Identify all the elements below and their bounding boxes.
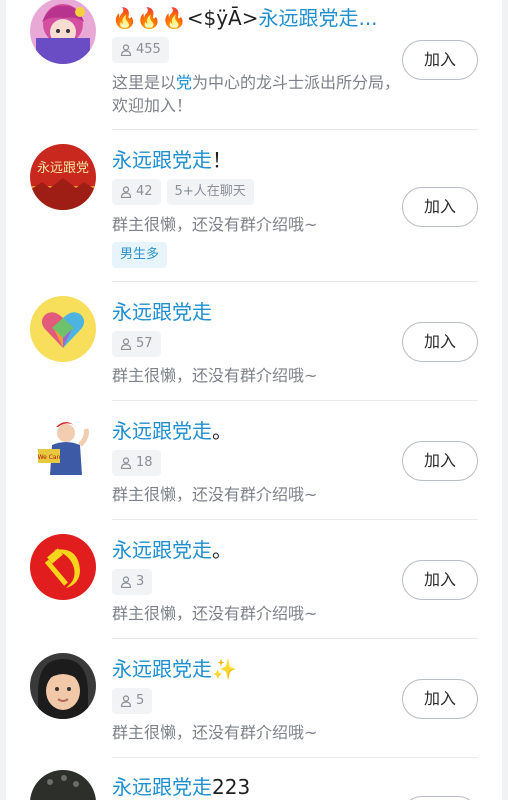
join-button[interactable]: 加入 [402,322,478,362]
hammer-sickle-avatar[interactable] [30,534,96,600]
group-title[interactable]: 永远跟党走。 [112,419,232,443]
join-button[interactable] [402,796,478,800]
anime-girl-avatar[interactable] [30,0,96,64]
group-description: 群主很懒，还没有群介绍哦~ [112,723,318,742]
join-button[interactable]: 加入 [402,560,478,600]
member-count-badge: 42 [112,179,161,205]
group-meta: 3 [112,569,153,595]
group-meta: 57 [112,331,161,357]
member-count-badge: 18 [112,450,161,476]
group-meta: 5 [112,688,153,714]
list-item[interactable]: We Can 永远跟党走。 18 群主很懒，还没有群介绍哦~ 加入 [6,401,502,519]
member-count-badge: 455 [112,37,169,63]
person-icon [120,44,132,56]
active-chat-badge: 5+人在聊天 [166,179,254,205]
title-keyword: 永远跟党走 [112,657,212,681]
active-chat-count: 5+人在聊天 [174,184,246,199]
sparkle-icon: ✨ [212,657,237,681]
person-icon [120,457,132,469]
list-item[interactable]: 🔥🔥🔥<$ÿĀ>永远跟党走... 455 这里是以党为中心的龙斗士派出所分局，欢… [6,0,502,130]
group-search-results: 🔥🔥🔥<$ÿĀ>永远跟党走... 455 这里是以党为中心的龙斗士派出所分局，欢… [6,0,502,800]
group-title[interactable]: 永远跟党走。 [112,538,232,562]
list-item[interactable]: 永远跟党走✨ 5 群主很懒，还没有群介绍哦~ 加入 [6,639,502,757]
member-count: 3 [136,574,145,589]
title-keyword: 永远跟党走... [258,6,378,30]
title-suffix: ！ [212,148,232,172]
title-suffix: 223 [212,775,251,799]
group-description: 群主很懒，还没有群介绍哦~ [112,485,318,504]
person-icon [120,186,132,198]
svg-text:We Can: We Can [38,454,61,461]
title-keyword: 永远跟党走 [112,300,212,324]
member-count: 455 [136,42,161,57]
member-count: 18 [136,455,153,470]
group-tag: 男生多 [112,242,168,268]
member-count-badge: 3 [112,569,153,595]
join-button[interactable]: 加入 [402,441,478,481]
join-button[interactable]: 加入 [402,679,478,719]
group-title[interactable]: 永远跟党走✨ [112,657,237,681]
list-item[interactable]: 永远跟党走。 3 群主很懒，还没有群介绍哦~ 加入 [6,520,502,638]
member-count-badge: 57 [112,331,161,357]
colorful-heart-avatar[interactable] [30,296,96,362]
group-description: 群主很懒，还没有群介绍哦~ [112,215,318,234]
member-count: 57 [136,336,153,351]
group-description: 群主很懒，还没有群介绍哦~ [112,604,318,623]
member-count: 42 [136,184,153,199]
child-photo-avatar[interactable] [30,653,96,719]
group-title[interactable]: 永远跟党走 [112,300,212,324]
group-title[interactable]: 永远跟党走223 [112,775,250,799]
title-keyword: 永远跟党走 [112,419,212,443]
group-description: 这里是以党为中心的龙斗士派出所分局，欢迎加入！ [112,73,401,115]
group-meta: 18 [112,450,161,476]
title-suffix: 。 [212,419,232,443]
group-title[interactable]: 🔥🔥🔥<$ÿĀ>永远跟党走... [112,6,378,30]
title-prefix: 🔥🔥🔥<$ÿĀ> [112,6,259,30]
list-item[interactable]: 永远跟党走 57 群主很懒，还没有群介绍哦~ 加入 [6,282,502,400]
member-count-badge: 5 [112,688,153,714]
svg-text:永远跟党: 永远跟党 [37,161,89,176]
person-icon [120,576,132,588]
title-keyword: 永远跟党走 [112,148,212,172]
group-title[interactable]: 永远跟党走！ [112,148,232,172]
person-icon [120,695,132,707]
join-button[interactable]: 加入 [402,187,478,227]
list-item[interactable]: 永远跟党走223 [6,758,502,800]
list-item[interactable]: 永远跟党 永远跟党走！ 42 5+人在聊天 群主很懒，还没有群介绍哦~ 男生多 … [6,130,502,282]
group-description: 群主很懒，还没有群介绍哦~ [112,366,318,385]
person-icon [120,338,132,350]
title-keyword: 永远跟党走 [112,538,212,562]
title-suffix: 。 [212,538,232,562]
member-count: 5 [136,693,145,708]
join-button[interactable]: 加入 [402,40,478,80]
group-meta: 42 5+人在聊天 [112,179,254,205]
we-can-do-it-avatar[interactable]: We Can [30,415,96,481]
group-meta: 455 [112,37,169,63]
title-keyword: 永远跟党走 [112,775,212,799]
dark-photo-avatar[interactable] [30,770,96,800]
red-banner-avatar[interactable]: 永远跟党 [30,144,96,210]
